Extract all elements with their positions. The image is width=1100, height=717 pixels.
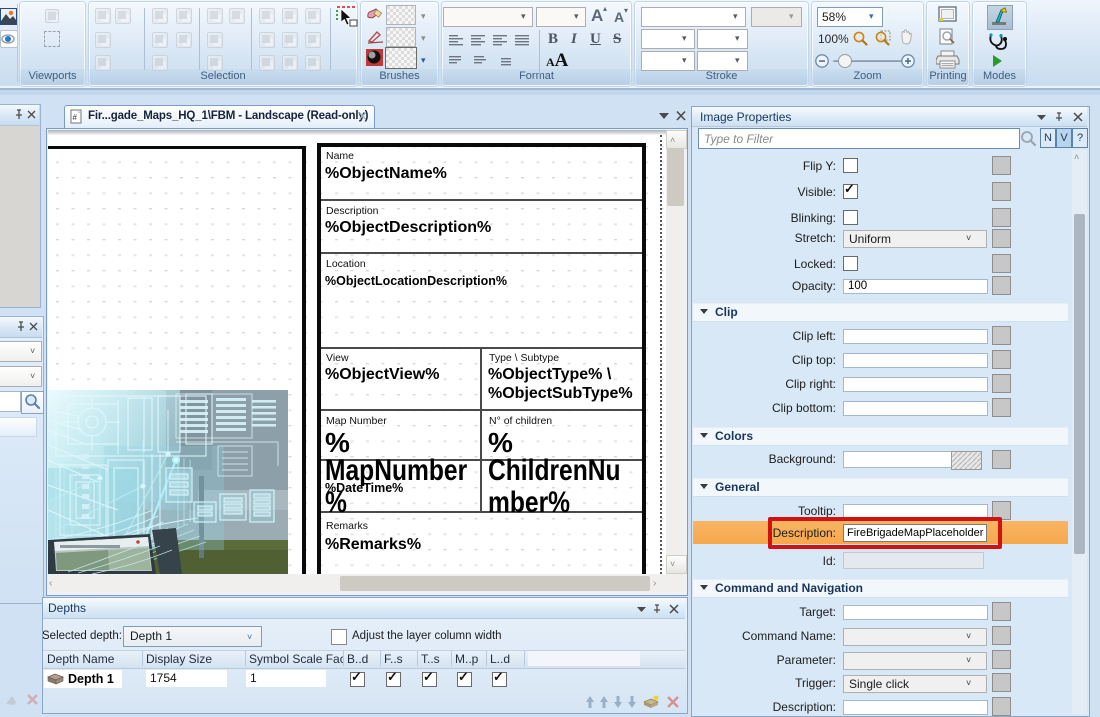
svg-text:#: # — [73, 113, 78, 122]
